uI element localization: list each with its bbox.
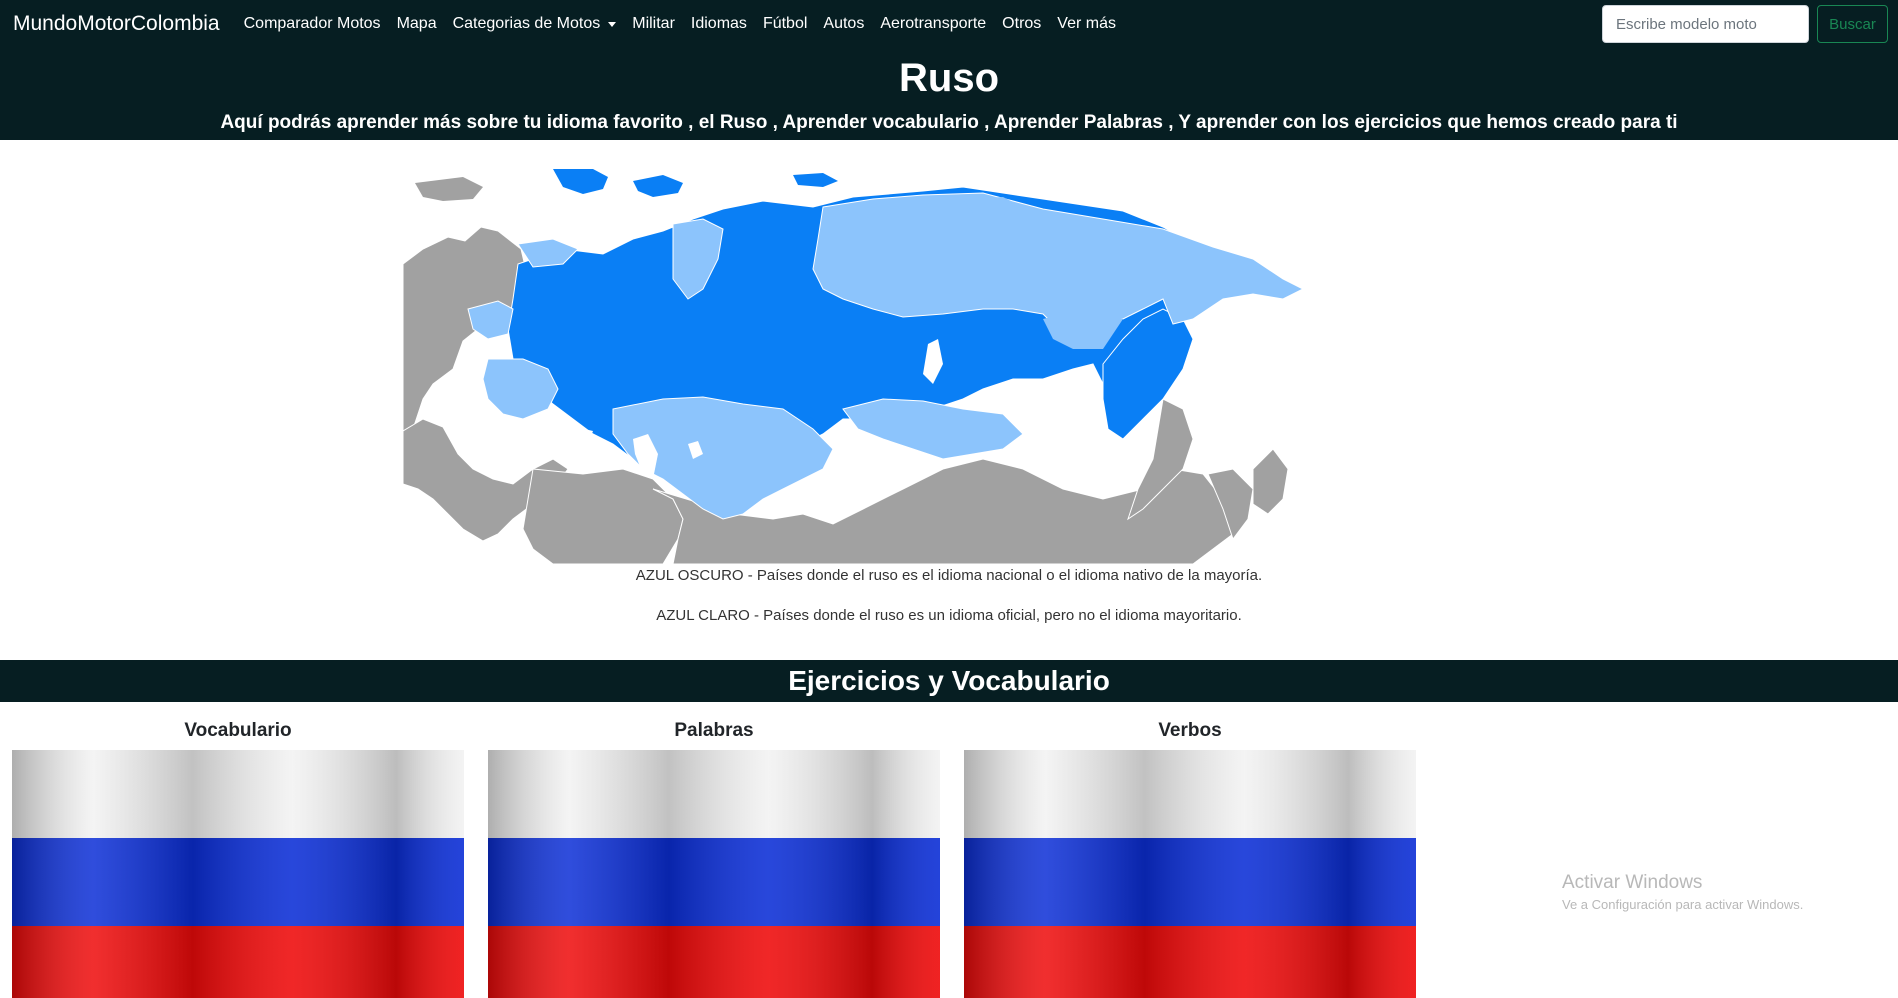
watermark-subtitle: Ve a Configuración para activar Windows. (1562, 897, 1804, 912)
nav-menu: Comparador Motos Mapa Categorias de Moto… (244, 15, 1132, 33)
watermark-title: Activar Windows (1562, 872, 1703, 893)
russian-flag-image[interactable] (964, 750, 1416, 998)
hero-banner: Ruso Aquí podrás aprender más sobre tu i… (0, 48, 1898, 140)
flag-graphic (488, 750, 940, 998)
nav-item-autos[interactable]: Autos (823, 15, 864, 33)
russian-flag-image[interactable] (12, 750, 464, 998)
nav-item-idiomas[interactable]: Idiomas (691, 15, 747, 33)
nav-item-otros[interactable]: Otros (1002, 15, 1041, 33)
search-input[interactable] (1602, 5, 1809, 43)
brand-link[interactable]: MundoMotorColombia (13, 12, 220, 36)
card-vocabulario: Vocabulario (12, 712, 464, 998)
search-form: Buscar (1602, 0, 1898, 48)
chevron-down-icon (608, 21, 617, 27)
page-title: Ruso (899, 56, 999, 100)
nav-item-ver-mas[interactable]: Ver más (1057, 15, 1116, 33)
section-title: Ejercicios y Vocabulario (0, 660, 1898, 702)
russian-speaking-map (403, 169, 1495, 564)
nav-item-futbol[interactable]: Fútbol (763, 15, 807, 33)
card-title: Verbos (1158, 720, 1222, 741)
flag-graphic (964, 750, 1416, 998)
flag-graphic (12, 750, 464, 998)
page-subtitle: Aquí podrás aprender más sobre tu idioma… (220, 112, 1678, 133)
map-legend-light: AZUL CLARO - Países donde el ruso es un … (656, 607, 1242, 624)
card-title: Palabras (674, 720, 754, 741)
map-legend-dark: AZUL OSCURO - Países donde el ruso es el… (635, 567, 1263, 584)
windows-activation-watermark: Activar Windows Ve a Configuración para … (1562, 872, 1803, 912)
nav-item-categorias-dropdown[interactable]: Categorias de Motos (453, 15, 617, 33)
card-palabras: Palabras (488, 712, 940, 998)
navbar: MundoMotorColombia Comparador Motos Mapa… (0, 0, 1898, 48)
nav-item-categorias-label: Categorias de Motos (452, 15, 601, 32)
nav-item-aerotransporte[interactable]: Aerotransporte (880, 15, 986, 33)
map-image (403, 169, 1495, 564)
card-title: Vocabulario (184, 720, 292, 741)
nav-item-mapa[interactable]: Mapa (397, 15, 437, 33)
nav-item-militar[interactable]: Militar (632, 15, 675, 33)
nav-item-comparador-motos[interactable]: Comparador Motos (244, 15, 381, 33)
search-button[interactable]: Buscar (1817, 5, 1888, 43)
russian-flag-image[interactable] (488, 750, 940, 998)
card-verbos: Verbos (964, 712, 1416, 998)
